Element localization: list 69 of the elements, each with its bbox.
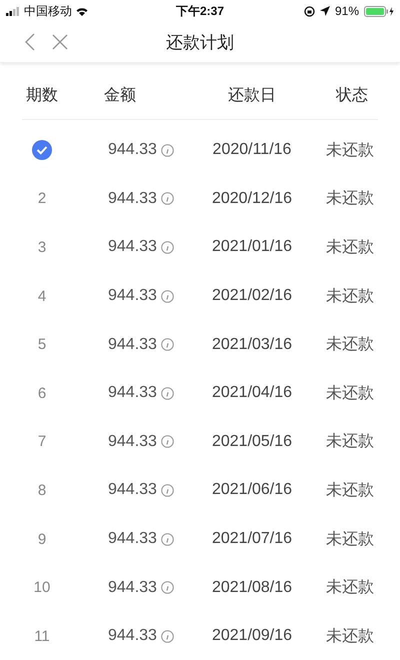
info-icon[interactable] [160,290,174,303]
amount-value: 944.33 [108,627,157,646]
period-number: 7 [38,433,46,450]
period-number: 11 [34,628,50,645]
info-icon[interactable] [160,484,174,497]
period-number: 10 [34,579,50,596]
due-date: 2021/06/16 [210,481,292,500]
payment-status: 未还款 [326,384,375,404]
location-arrow-icon [320,6,330,16]
amount-value: 944.33 [108,141,157,160]
amount-value: 944.33 [108,578,157,597]
due-date: 2021/09/16 [210,627,292,646]
period-number: 2 [38,190,46,208]
page-title: 还款计划 [166,32,234,52]
payment-status: 未还款 [326,530,375,550]
column-header: 期数 [26,86,58,106]
due-date: 2021/03/16 [210,336,292,354]
due-date: 2021/07/16 [210,530,292,548]
column-header: 状态 [336,86,369,106]
period-number: 5 [38,336,46,354]
amount-value: 944.33 [108,432,157,451]
info-icon[interactable] [160,435,174,448]
payment-status: 未还款 [326,140,375,161]
info-icon[interactable] [160,240,174,254]
signal-icon [6,6,20,16]
close-button[interactable] [52,34,68,50]
due-date: 2020/12/16 [210,190,292,208]
column-header: 金额 [103,86,136,106]
due-date: 2021/05/16 [210,432,292,451]
amount-value: 944.33 [108,384,157,402]
payment-status: 未还款 [326,334,375,356]
battery-percent: 91% [334,4,359,18]
due-date: 2021/08/16 [210,578,292,597]
due-date: 2021/04/16 [210,384,292,402]
info-icon[interactable] [160,532,174,546]
amount-value: 944.33 [108,287,157,306]
info-icon[interactable] [160,581,174,594]
battery-charging-icon [364,6,394,16]
amount-value: 944.33 [108,336,157,354]
info-icon[interactable] [160,386,174,400]
period-number: 6 [38,384,46,402]
amount-value: 944.33 [108,481,157,500]
amount-value: 944.33 [108,190,157,208]
period-number: 4 [38,288,46,305]
amount-value: 944.33 [108,238,157,256]
period-number: 8 [38,482,46,499]
clock-time: 下午2:37 [176,2,224,20]
info-icon[interactable] [160,192,174,206]
wifi-icon [76,6,88,16]
carrier-name: 中国移动 [24,2,72,20]
amount-value: 944.33 [108,530,157,548]
info-icon[interactable] [160,338,174,352]
due-date: 2021/02/16 [210,287,292,306]
period-number: 3 [38,238,46,256]
due-date: 2020/11/16 [212,141,292,160]
column-header: 还款日 [227,86,276,106]
back-button[interactable] [24,33,36,51]
payment-status: 未还款 [326,626,375,647]
payment-status: 未还款 [326,238,375,258]
due-date: 2021/01/16 [210,238,292,256]
payment-status: 未还款 [326,578,375,598]
info-icon[interactable] [160,630,174,643]
orientation-lock-icon [304,6,315,16]
payment-status: 未还款 [326,480,375,501]
payment-status: 未还款 [326,432,375,452]
payment-status: 未还款 [326,286,375,307]
info-icon[interactable] [160,144,174,157]
payment-status: 未还款 [326,188,375,210]
period-number: 9 [38,530,46,548]
